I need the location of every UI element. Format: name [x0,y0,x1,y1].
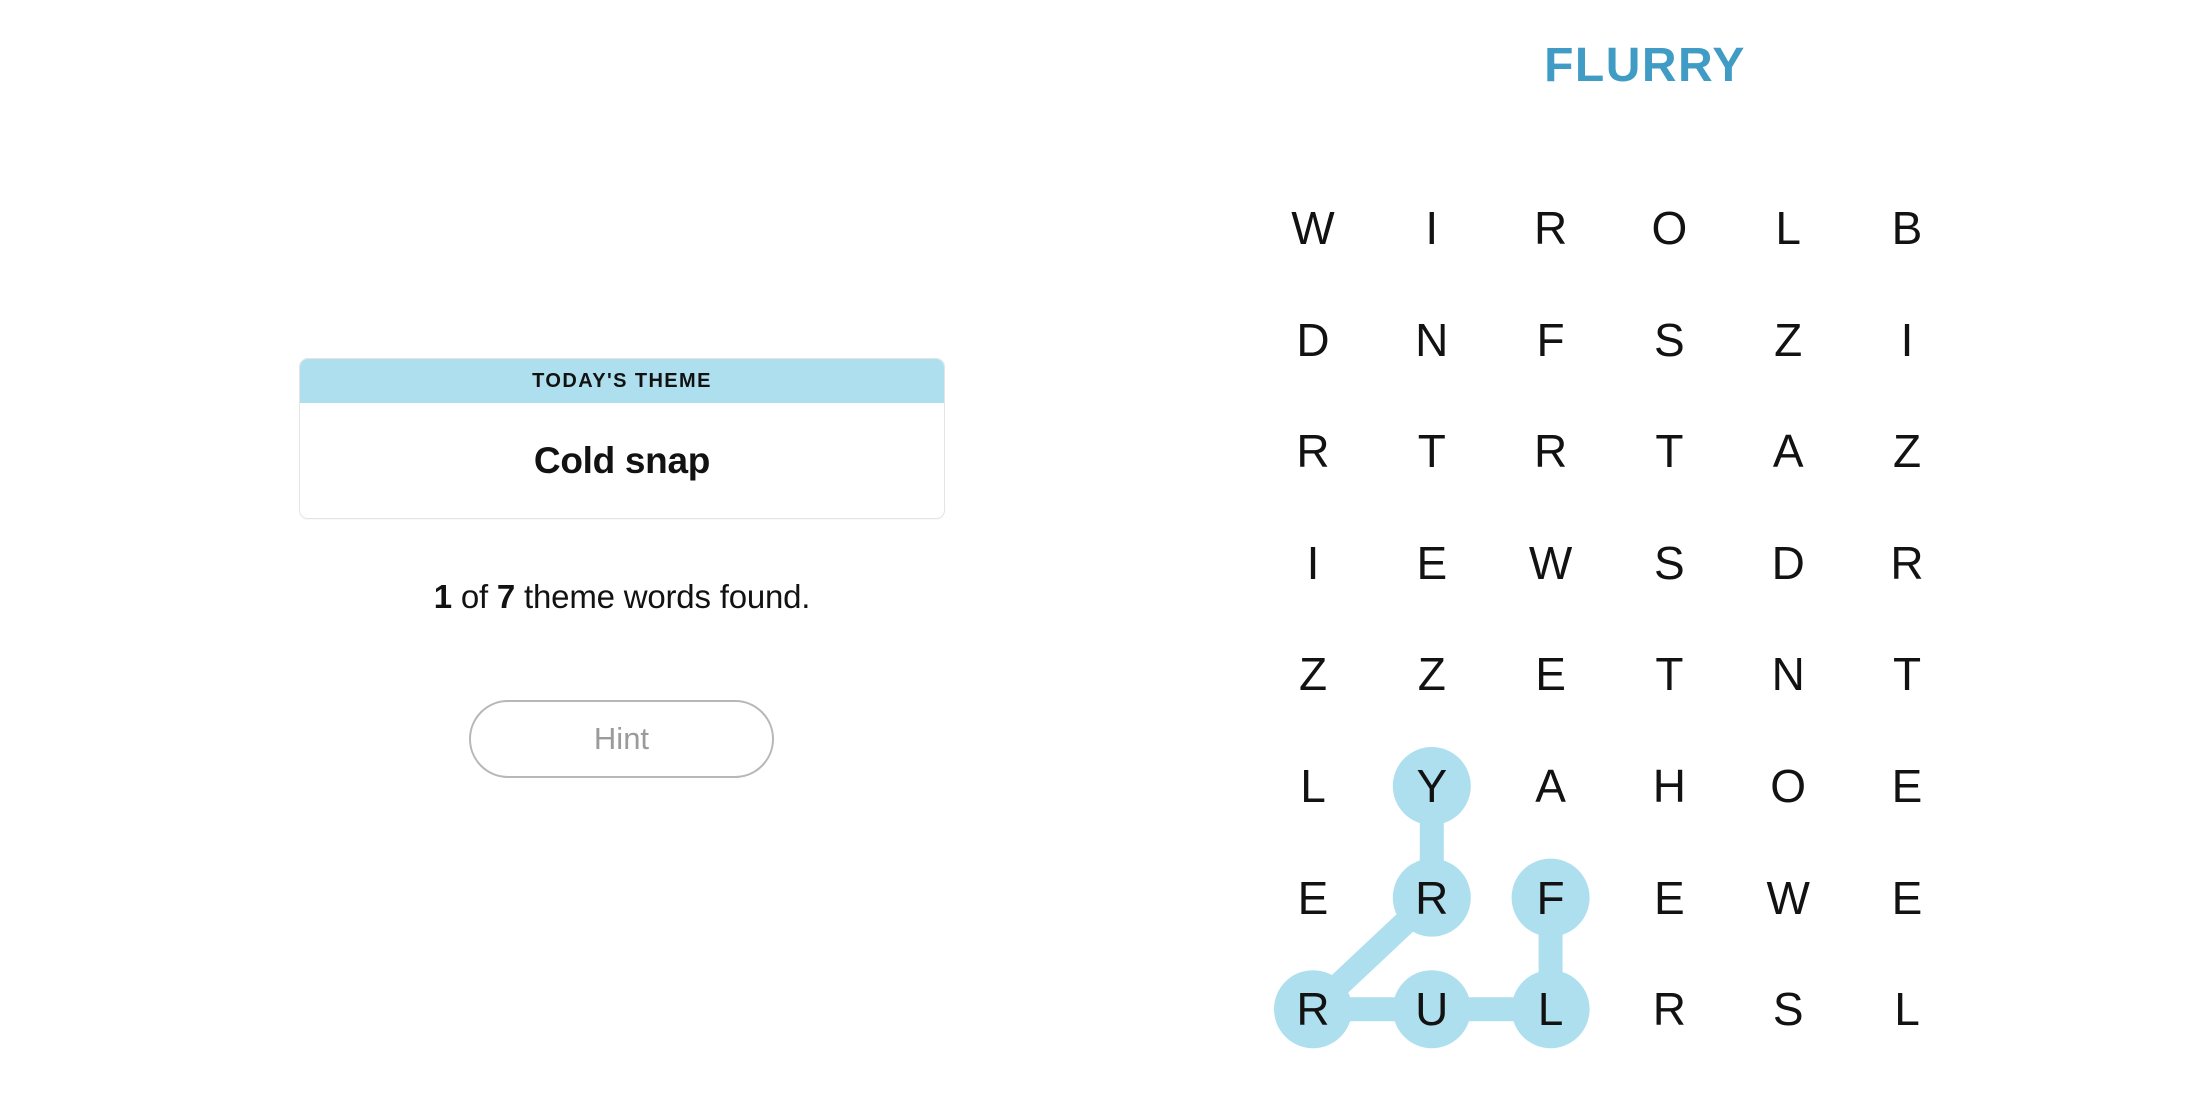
strands-puzzle-page: TODAY'S THEME Cold snap 1 of 7 theme wor… [0,0,2200,1100]
grid-cell-3-1[interactable]: E [1387,518,1477,608]
grid-cell-3-3[interactable]: S [1624,518,1714,608]
grid-cell-0-1[interactable]: I [1387,183,1477,273]
grid-cell-2-0[interactable]: R [1268,406,1358,496]
grid-cell-5-4[interactable]: O [1743,741,1833,831]
grid-cell-0-5[interactable]: B [1862,183,1952,273]
grid-cell-2-1[interactable]: T [1387,406,1477,496]
grid-cell-7-3[interactable]: R [1624,964,1714,1054]
grid-cell-4-3[interactable]: T [1624,629,1714,719]
grid-cell-6-1[interactable]: R [1387,853,1477,943]
progress-of-label: of [451,578,497,615]
theme-card-body: Cold snap [300,403,944,518]
grid-cell-1-2[interactable]: F [1506,295,1596,385]
grid-cell-5-0[interactable]: L [1268,741,1358,831]
board-panel: FLURRY WIROLBDNFSZIRTRTAZIEWSDRZZETNTLYA… [1245,0,2200,1100]
grid-cell-0-4[interactable]: L [1743,183,1833,273]
grid-cell-7-5[interactable]: L [1862,964,1952,1054]
progress-suffix-label: theme words found. [515,578,811,615]
grid-cell-4-2[interactable]: E [1506,629,1596,719]
grid-cell-6-2[interactable]: F [1506,853,1596,943]
grid-cell-6-3[interactable]: E [1624,853,1714,943]
found-count: 1 [433,578,452,615]
grid-cell-4-0[interactable]: Z [1268,629,1358,719]
grid-cell-3-0[interactable]: I [1268,518,1358,608]
grid-cell-2-2[interactable]: R [1506,406,1596,496]
left-info-panel: TODAY'S THEME Cold snap 1 of 7 theme wor… [0,0,1245,1100]
grid-cell-5-1[interactable]: Y [1387,741,1477,831]
grid-cell-6-0[interactable]: E [1268,853,1358,943]
grid-cell-1-4[interactable]: Z [1743,295,1833,385]
hint-button-label: Hint [593,721,650,756]
grid-cell-5-3[interactable]: H [1624,741,1714,831]
grid-cell-4-5[interactable]: T [1862,629,1952,719]
total-count: 7 [496,578,516,615]
grid-cell-7-1[interactable]: U [1387,964,1477,1054]
grid-cell-6-4[interactable]: W [1743,853,1833,943]
grid-cell-0-2[interactable]: R [1506,183,1596,273]
grid-cell-7-0[interactable]: R [1268,964,1358,1054]
grid-cell-1-5[interactable]: I [1862,295,1952,385]
progress-status-text: 1 of 7 theme words found. [299,578,945,616]
grid-cell-0-3[interactable]: O [1624,183,1714,273]
hint-button[interactable]: Hint [469,700,774,778]
grid-cell-5-2[interactable]: A [1506,741,1596,831]
theme-card-header: TODAY'S THEME [300,359,944,403]
grid-cell-2-5[interactable]: Z [1862,406,1952,496]
grid-cell-3-2[interactable]: W [1506,518,1596,608]
grid-cell-3-5[interactable]: R [1862,518,1952,608]
grid-cell-4-4[interactable]: N [1743,629,1833,719]
grid-cell-2-4[interactable]: A [1743,406,1833,496]
theme-card-header-label: TODAY'S THEME [532,369,712,392]
grid-cell-5-5[interactable]: E [1862,741,1952,831]
grid-cell-4-1[interactable]: Z [1387,629,1477,719]
letter-grid[interactable]: WIROLBDNFSZIRTRTAZIEWSDRZZETNTLYAHOEERFE… [1245,0,2200,1100]
todays-theme-card: TODAY'S THEME Cold snap [299,358,945,519]
grid-cell-0-0[interactable]: W [1268,183,1358,273]
grid-cell-6-5[interactable]: E [1862,853,1952,943]
theme-title: Cold snap [533,439,711,481]
grid-cell-1-0[interactable]: D [1268,295,1358,385]
grid-cell-2-3[interactable]: T [1624,406,1714,496]
grid-cell-7-4[interactable]: S [1743,964,1833,1054]
grid-cell-1-1[interactable]: N [1387,295,1477,385]
grid-cell-3-4[interactable]: D [1743,518,1833,608]
grid-cell-1-3[interactable]: S [1624,295,1714,385]
grid-cell-7-2[interactable]: L [1506,964,1596,1054]
